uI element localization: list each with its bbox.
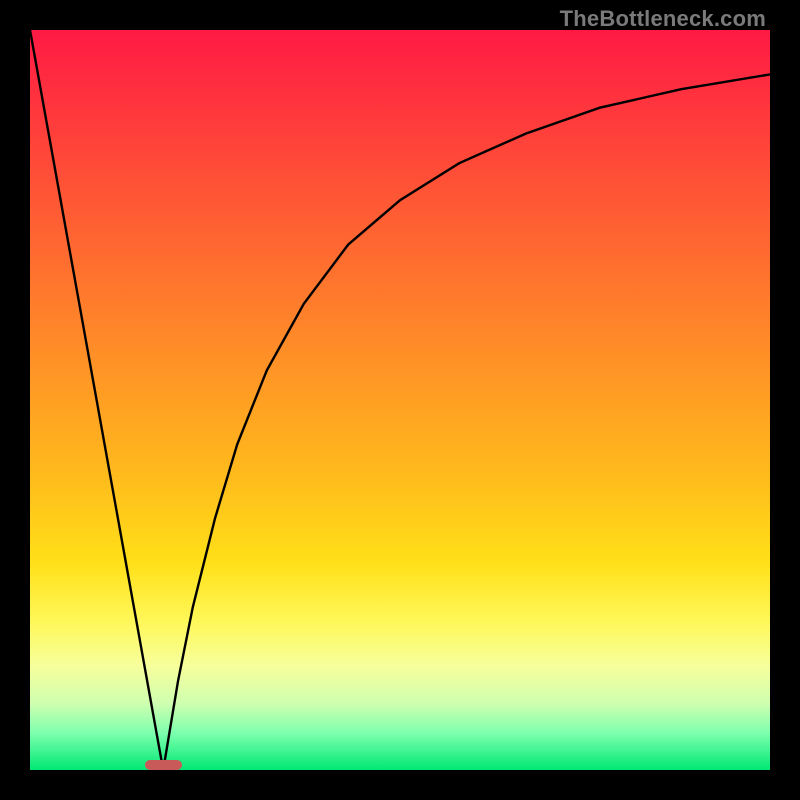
chart-frame: TheBottleneck.com [0, 0, 800, 800]
optimum-marker [145, 760, 182, 770]
watermark-text: TheBottleneck.com [560, 6, 766, 32]
plot-area [30, 30, 770, 770]
heat-gradient-background [30, 30, 770, 770]
